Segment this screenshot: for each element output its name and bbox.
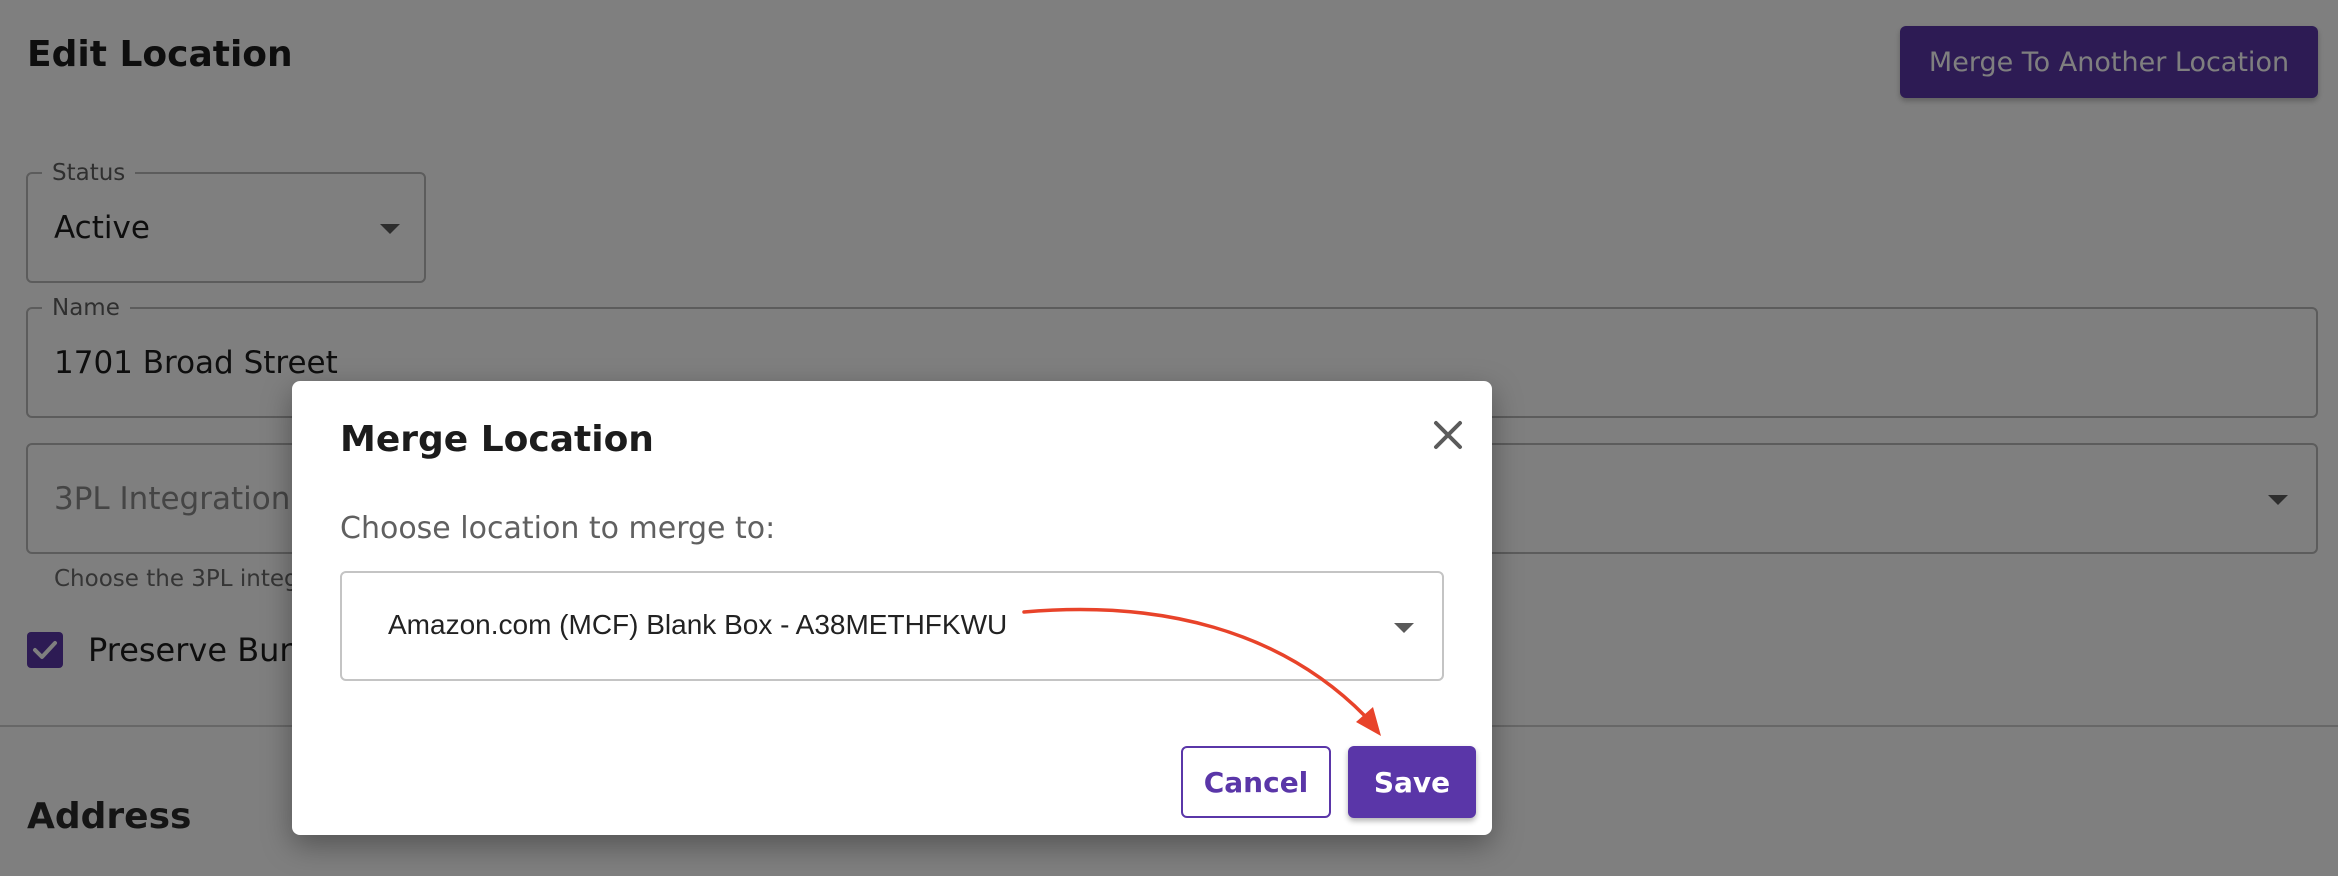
chevron-down-icon — [1394, 623, 1414, 633]
merge-location-dialog: Merge Location Choose location to merge … — [292, 381, 1492, 835]
close-icon — [1434, 421, 1462, 449]
merge-target-value: Amazon.com (MCF) Blank Box - A38METHFKWU — [388, 609, 1008, 640]
save-button[interactable]: Save — [1348, 746, 1476, 818]
cancel-button[interactable]: Cancel — [1181, 746, 1331, 818]
edit-location-page: Edit Location Merge To Another Location … — [0, 0, 2338, 876]
dialog-title: Merge Location — [340, 419, 654, 460]
dialog-subtitle: Choose location to merge to: — [340, 511, 776, 546]
merge-target-select[interactable]: Amazon.com (MCF) Blank Box - A38METHFKWU — [340, 571, 1444, 681]
close-button[interactable] — [1428, 415, 1468, 455]
